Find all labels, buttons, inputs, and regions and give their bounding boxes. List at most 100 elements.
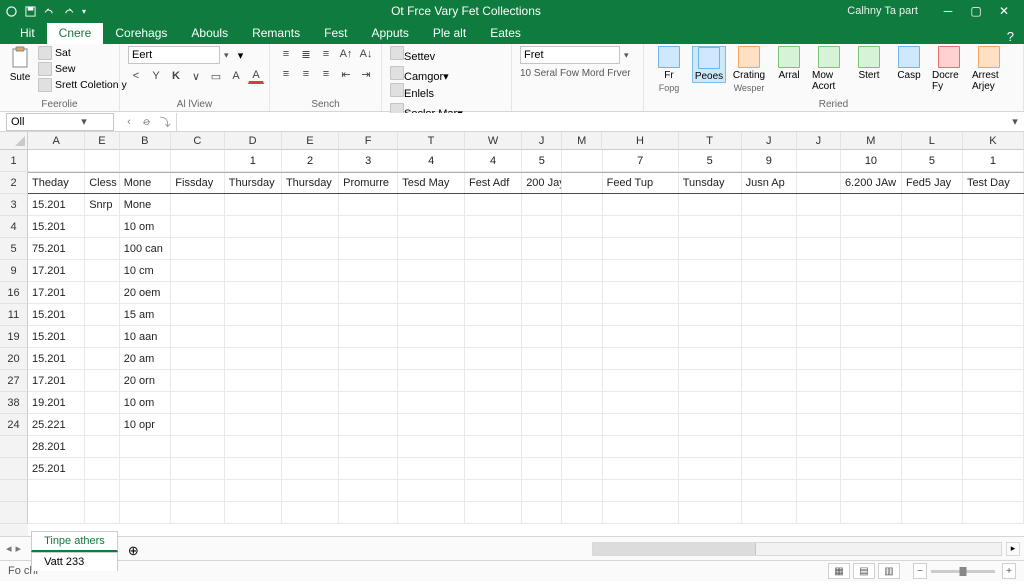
page-break-view-icon[interactable]: ▥ — [878, 563, 900, 579]
cell[interactable] — [85, 348, 120, 370]
ribbon-tab-apputs[interactable]: Apputs — [359, 23, 420, 44]
cell[interactable] — [562, 392, 602, 414]
cell[interactable]: 15.201 — [28, 216, 85, 238]
cell[interactable] — [85, 282, 120, 304]
cell[interactable] — [841, 216, 902, 238]
cell[interactable] — [398, 348, 465, 370]
cell[interactable]: 1 — [963, 150, 1024, 172]
cell[interactable] — [225, 238, 282, 260]
cell[interactable]: 10 om — [120, 392, 172, 414]
cell[interactable] — [902, 326, 963, 348]
name-box-dropdown-icon[interactable]: ▾ — [77, 115, 91, 128]
cell[interactable]: 20 oem — [120, 282, 172, 304]
cell[interactable] — [85, 392, 120, 414]
row-header[interactable]: 19 — [0, 326, 28, 348]
row-header[interactable]: 11 — [0, 304, 28, 326]
column-header-L16[interactable]: L — [902, 132, 963, 150]
cell[interactable] — [902, 260, 963, 282]
cell[interactable] — [742, 502, 797, 524]
cell[interactable] — [171, 414, 224, 436]
cell[interactable]: 5 — [679, 150, 742, 172]
cell[interactable] — [902, 392, 963, 414]
cell[interactable] — [797, 282, 841, 304]
cell[interactable] — [85, 414, 120, 436]
cell[interactable]: 28.201 — [28, 436, 85, 458]
cell[interactable] — [902, 414, 963, 436]
cell[interactable] — [465, 502, 522, 524]
cell[interactable] — [339, 326, 398, 348]
cell[interactable]: Thursday — [282, 173, 339, 193]
align-center-icon[interactable]: ≡ — [298, 66, 314, 82]
cell[interactable] — [522, 194, 562, 216]
cell[interactable]: Tunsday — [679, 173, 742, 193]
cell[interactable] — [225, 480, 282, 502]
row-header[interactable]: 3 — [0, 194, 28, 216]
cell[interactable] — [841, 282, 902, 304]
cell[interactable] — [398, 326, 465, 348]
cell[interactable] — [339, 370, 398, 392]
cell[interactable] — [465, 260, 522, 282]
column-header-M15[interactable]: M — [841, 132, 902, 150]
cell[interactable] — [171, 348, 224, 370]
column-header-H11[interactable]: H — [602, 132, 678, 150]
editing-button-8[interactable]: Arrest Arjey — [972, 46, 1006, 92]
cell[interactable] — [398, 370, 465, 392]
cell[interactable] — [562, 458, 602, 480]
cell[interactable] — [171, 480, 224, 502]
cell[interactable]: 4 — [398, 150, 465, 172]
cell[interactable] — [841, 304, 902, 326]
cell[interactable] — [225, 370, 282, 392]
cell[interactable] — [120, 458, 172, 480]
cell[interactable] — [339, 392, 398, 414]
cell[interactable] — [797, 150, 841, 172]
cell[interactable] — [603, 370, 679, 392]
cell[interactable] — [679, 348, 742, 370]
cell[interactable] — [85, 260, 120, 282]
cell[interactable] — [282, 260, 339, 282]
cell[interactable] — [398, 458, 465, 480]
save-icon[interactable] — [25, 6, 36, 17]
cell[interactable] — [562, 173, 602, 193]
cell[interactable] — [742, 436, 797, 458]
redo-icon[interactable] — [63, 6, 74, 17]
cell[interactable] — [603, 502, 679, 524]
cell[interactable]: 200 Jay — [522, 173, 562, 193]
row-header[interactable] — [0, 480, 28, 502]
cell[interactable] — [171, 502, 224, 524]
cell[interactable] — [742, 480, 797, 502]
cell[interactable] — [963, 194, 1024, 216]
cell[interactable]: 10 cm — [120, 260, 172, 282]
name-box-input[interactable] — [7, 116, 77, 128]
cell[interactable] — [679, 436, 742, 458]
cell[interactable] — [797, 326, 841, 348]
cell[interactable]: Feed Tup — [603, 173, 679, 193]
align-top-icon[interactable]: ≡ — [278, 46, 294, 62]
cell[interactable]: 6.200 JAw — [841, 173, 902, 193]
cell[interactable] — [465, 194, 522, 216]
cell[interactable]: 10 — [841, 150, 902, 172]
cell[interactable] — [963, 238, 1024, 260]
cell[interactable] — [902, 216, 963, 238]
cell[interactable] — [797, 502, 841, 524]
cell[interactable] — [797, 260, 841, 282]
cell[interactable] — [120, 502, 172, 524]
cell[interactable]: Test Day — [963, 173, 1024, 193]
cell[interactable] — [679, 326, 742, 348]
cell[interactable]: Mone — [120, 194, 172, 216]
editing-button-5[interactable]: Stert — [852, 46, 886, 81]
cell[interactable] — [742, 414, 797, 436]
cell[interactable] — [85, 216, 120, 238]
cell[interactable] — [902, 238, 963, 260]
fx-cancel-icon[interactable]: ‹ — [122, 116, 136, 128]
column-header-M10[interactable]: M — [562, 132, 602, 150]
cell[interactable]: Snrp — [85, 194, 120, 216]
cell[interactable]: 10 opr — [120, 414, 172, 436]
cell[interactable] — [522, 348, 562, 370]
cell[interactable] — [841, 326, 902, 348]
row-header[interactable]: 16 — [0, 282, 28, 304]
cell[interactable]: 17.201 — [28, 370, 85, 392]
cell[interactable] — [522, 480, 562, 502]
editing-button-1[interactable]: Peoes — [692, 46, 726, 83]
cell[interactable] — [797, 173, 841, 193]
cell[interactable] — [398, 216, 465, 238]
